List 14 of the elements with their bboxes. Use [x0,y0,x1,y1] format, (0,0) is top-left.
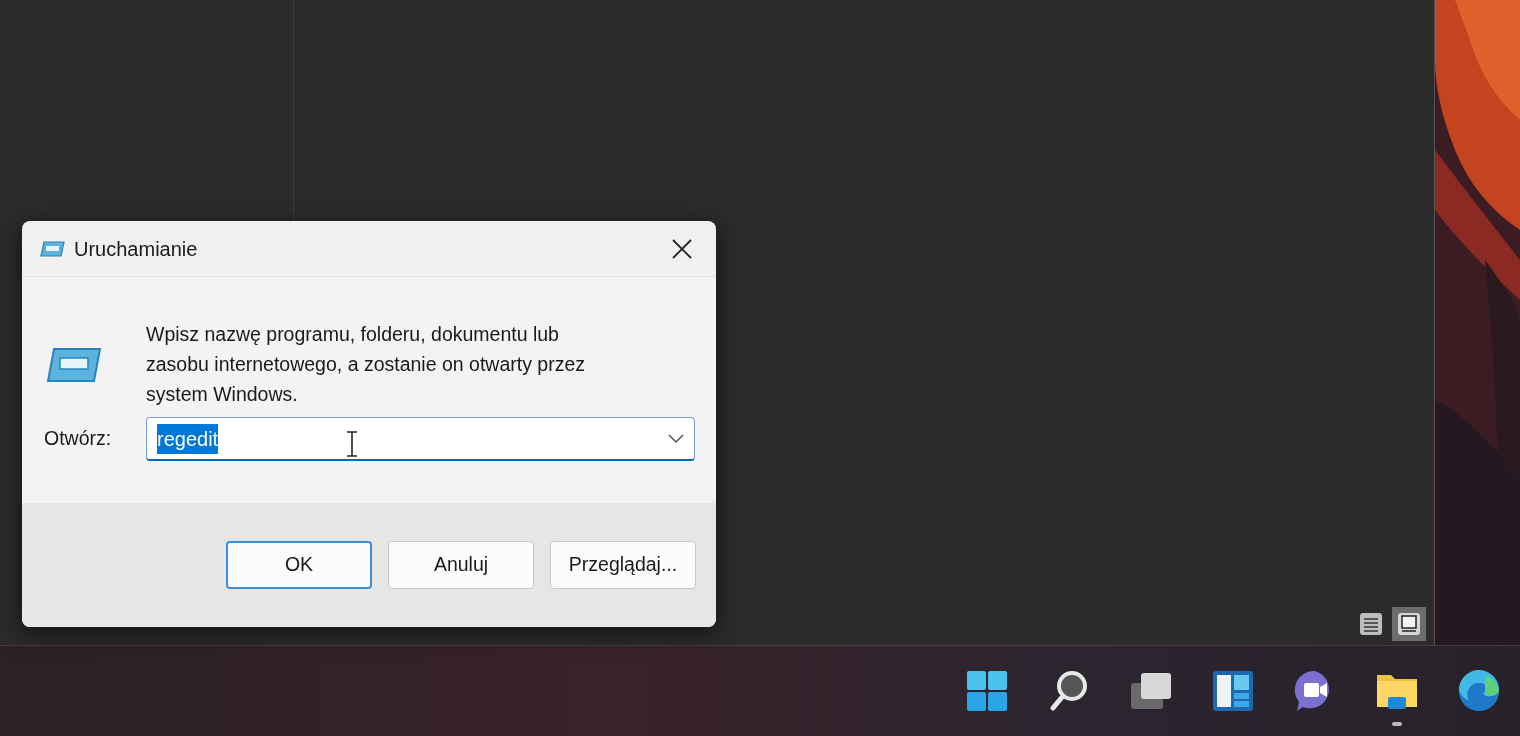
dropdown-icon[interactable] [668,433,684,444]
running-indicator [1392,722,1402,726]
text-cursor-icon [346,431,358,457]
dialog-message: Wpisz nazwę programu, folderu, dokumentu lub zasobu internetowego, a zostanie on otwarty przez system Windows. [146,322,586,407]
open-field[interactable]: regedit [146,417,695,461]
run-icon [44,345,102,385]
run-icon [38,239,66,258]
open-label: Otwórz: [44,426,113,452]
dialog-button[interactable]: OK [226,541,372,589]
dialog-button[interactable]: Anuluj [388,541,534,589]
close-icon [670,236,694,261]
dialog-button[interactable]: Przeglądaj... [550,541,696,589]
tiles-view-button[interactable] [1392,607,1426,641]
dialog-title: Uruchamianie [74,236,199,262]
